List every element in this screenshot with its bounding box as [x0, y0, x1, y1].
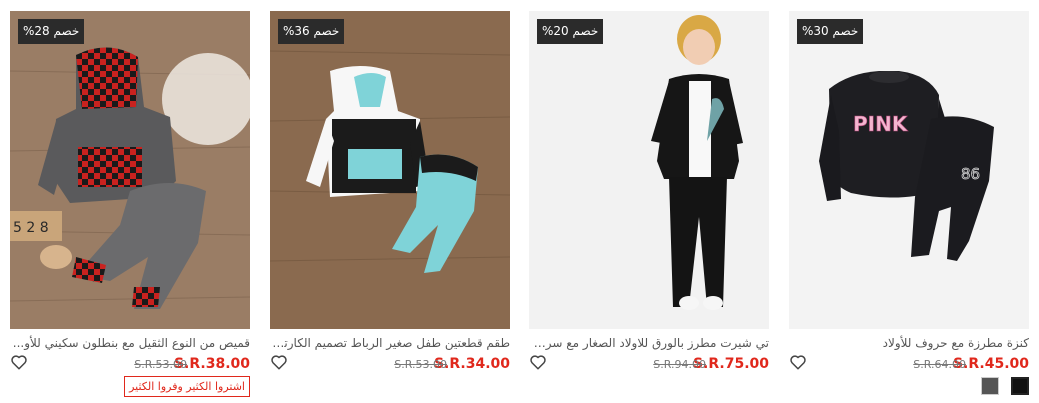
bulk-promo-tag[interactable]: اشتروا الكثير وفروا الكثير: [124, 376, 250, 397]
color-swatch-black[interactable]: [1011, 377, 1029, 395]
product-image-4[interactable]: 5 2 8 خصم 28%: [10, 11, 250, 329]
print-text: PINK: [853, 112, 909, 136]
color-swatch-grey[interactable]: [981, 377, 999, 395]
discount-badge: خصم 36%: [278, 19, 345, 44]
original-price: S.R.53.00: [134, 358, 187, 371]
product-card-4[interactable]: 5 2 8 خصم 28% قميص من النوع الثقيل مع بن…: [10, 11, 250, 403]
boy-outfit-photo: [529, 11, 769, 329]
wooden-blocks-text: 5 2 8: [13, 220, 49, 236]
sweater-set-photo: PINK 86: [789, 11, 1029, 329]
product-image-1[interactable]: PINK 86 خصم 30%: [789, 11, 1029, 329]
product-title[interactable]: قميص من النوع الثقيل مع بنطلون سكيني للأ…: [10, 335, 250, 351]
heart-icon[interactable]: [529, 353, 547, 371]
original-price: S.R.64.00: [913, 358, 966, 371]
plaid-hoodie-set-photo: 5 2 8: [10, 11, 250, 329]
discount-badge: خصم 28%: [18, 19, 85, 44]
discount-badge: خصم 20%: [537, 19, 604, 44]
heart-icon[interactable]: [270, 353, 288, 371]
heart-icon[interactable]: [789, 353, 807, 371]
original-price: S.R.94.00: [653, 358, 706, 371]
product-image-3[interactable]: خصم 36%: [270, 11, 510, 329]
pants-number-text: 86: [961, 165, 980, 183]
discount-badge: خصم 30%: [797, 19, 864, 44]
product-card-1[interactable]: PINK 86 خصم 30% كنزة مطرزة مع حروف للأول…: [789, 11, 1029, 403]
product-title[interactable]: كنزة مطرزة مع حروف للأولاد: [789, 335, 1029, 351]
product-card-2[interactable]: خصم 20% تي شيرت مطرز بالورق للاولاد الصغ…: [529, 11, 769, 403]
deer-hoodie-set-photo: [270, 11, 510, 329]
heart-icon[interactable]: [10, 353, 28, 371]
product-title[interactable]: طقم قطعتين طفل صغير الرباط تصميم الكارتو…: [270, 335, 510, 351]
product-title[interactable]: تي شيرت مطرز بالورق للاولاد الصغار مع سر…: [529, 335, 769, 351]
product-card-3[interactable]: خصم 36% طقم قطعتين طفل صغير الرباط تصميم…: [270, 11, 510, 403]
product-image-2[interactable]: خصم 20%: [529, 11, 769, 329]
original-price: S.R.53.00: [394, 358, 447, 371]
